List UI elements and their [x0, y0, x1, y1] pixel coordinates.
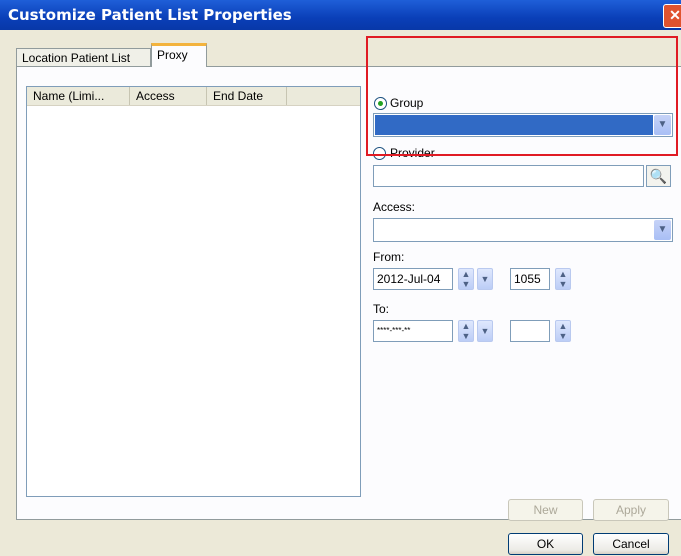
spin-updown-icon[interactable]: ▲ ▼ — [555, 268, 571, 290]
spin-updown-icon[interactable]: ▲ ▼ — [458, 320, 474, 342]
proxy-list-view[interactable]: Name (Limi... Access End Date — [26, 86, 361, 497]
to-date-field[interactable]: ****-***-** — [373, 320, 453, 342]
to-time-field[interactable] — [510, 320, 550, 342]
from-date-field[interactable]: 2012-Jul-04 — [373, 268, 453, 290]
apply-button[interactable]: Apply — [593, 499, 669, 521]
from-time-field[interactable]: 1055 — [510, 268, 550, 290]
ok-button[interactable]: OK — [508, 533, 583, 555]
binoculars-icon[interactable]: 🔍 — [646, 165, 671, 187]
spin-updown-icon[interactable]: ▲ ▼ — [458, 268, 474, 290]
cancel-button[interactable]: Cancel — [593, 533, 669, 555]
tab-proxy[interactable]: Proxy — [151, 43, 207, 67]
access-label: Access: — [373, 200, 416, 214]
title-bar: Customize Patient List Properties ✕ — [0, 0, 681, 30]
column-header-end-date[interactable]: End Date — [207, 87, 287, 105]
new-button[interactable]: New — [508, 499, 583, 521]
chevron-down-icon[interactable]: ▼ — [654, 220, 671, 240]
to-label: To: — [373, 302, 390, 316]
tab-location-patient-list[interactable]: Location Patient List — [16, 48, 151, 67]
provider-input[interactable] — [373, 165, 644, 187]
from-label: From: — [373, 250, 405, 264]
window-title: Customize Patient List Properties — [8, 6, 292, 24]
access-combobox[interactable]: ▼ — [373, 218, 673, 242]
chevron-down-icon[interactable]: ▼ — [477, 268, 493, 290]
list-header: Name (Limi... Access End Date — [27, 87, 360, 106]
red-highlight-box — [366, 36, 678, 156]
close-button[interactable]: ✕ — [663, 4, 681, 28]
chevron-down-icon[interactable]: ▼ — [477, 320, 493, 342]
column-header-name[interactable]: Name (Limi... — [27, 87, 130, 105]
column-header-access[interactable]: Access — [130, 87, 207, 105]
spin-updown-icon[interactable]: ▲ ▼ — [555, 320, 571, 342]
tab-label: Proxy — [157, 48, 188, 62]
tab-label: Location Patient List — [22, 51, 131, 65]
close-icon: ✕ — [669, 7, 681, 23]
